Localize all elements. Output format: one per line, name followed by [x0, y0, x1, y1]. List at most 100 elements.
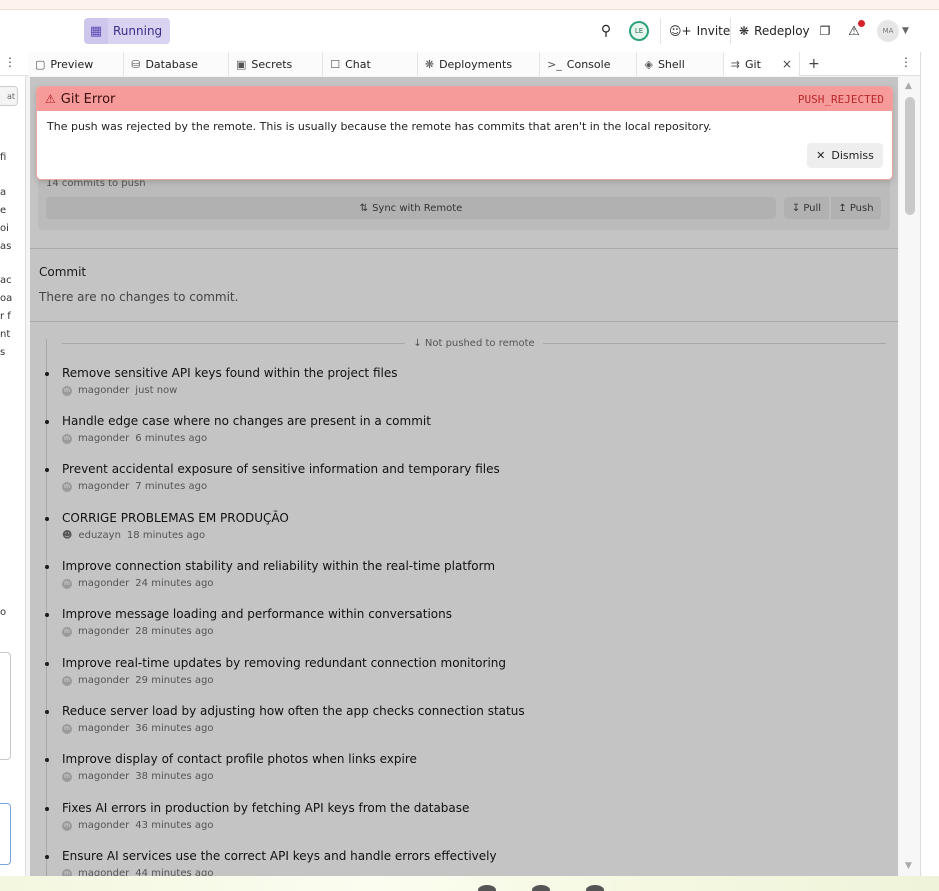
- commit-list-item[interactable]: Ensure AI services use the correct API k…: [45, 849, 497, 877]
- commit-message: Prevent accidental exposure of sensitive…: [62, 462, 500, 476]
- commit-dot: [45, 807, 49, 811]
- tab-shell[interactable]: ◈ Shell: [637, 52, 724, 76]
- right-sidebar: [920, 52, 939, 876]
- git-panel: 14 commits to push ⇅ Sync with Remote ↧ …: [30, 77, 898, 877]
- commit-list-item[interactable]: CORRIGE PROBLEMAS EM PRODUÇÃO ☻ eduzayn 18 …: [45, 511, 289, 541]
- commit-dot: [45, 710, 49, 714]
- commit-list-item[interactable]: Improve message loading and performance …: [45, 607, 452, 637]
- commit-author: magonder: [78, 433, 130, 444]
- commit-message: Ensure AI services use the correct API k…: [62, 849, 497, 863]
- sidebar-text: e: [0, 205, 7, 216]
- commit-dot: [45, 855, 49, 859]
- add-tab-button[interactable]: +: [800, 52, 828, 76]
- tab-preview[interactable]: ▢ Preview: [28, 52, 125, 76]
- left-sidebar: at fi a e oi as ac oa r f nt s o: [0, 76, 26, 876]
- close-icon[interactable]: ×: [782, 57, 792, 71]
- sidebar-prompt-box[interactable]: [0, 803, 11, 865]
- redeploy-label: Redeploy: [754, 24, 810, 38]
- tab-database[interactable]: ⛁ Database: [124, 52, 229, 76]
- commit-time: just now: [135, 385, 178, 396]
- copy-icon[interactable]: ❐: [814, 18, 836, 44]
- run-status-label: Running: [113, 24, 163, 38]
- more-options-icon[interactable]: ⋮: [900, 55, 912, 69]
- deploy-icon: ❋: [424, 57, 435, 71]
- shell-icon: ◈: [644, 57, 653, 71]
- collaborator-avatar[interactable]: LE: [629, 21, 649, 41]
- search-icon[interactable]: ⚲: [596, 18, 616, 44]
- upload-icon: ↥: [838, 202, 847, 214]
- user-icon: ☻: [62, 530, 73, 541]
- commit-dot: [45, 517, 49, 521]
- commit-author: magonder: [78, 771, 130, 782]
- commit-time: 28 minutes ago: [135, 626, 214, 637]
- commit-message: Handle edge case where no changes are pr…: [62, 414, 431, 428]
- tab-label: Preview: [50, 57, 94, 71]
- commit-message: CORRIGE PROBLEMAS EM PRODUÇÃO: [62, 511, 289, 525]
- pull-button[interactable]: ↧ Pull: [784, 197, 829, 219]
- tab-git[interactable]: ⇉ Git ×: [723, 52, 800, 76]
- tab-chat[interactable]: ☐ Chat: [323, 52, 418, 76]
- taskbar-icon[interactable]: [586, 885, 604, 891]
- chevron-down-icon[interactable]: ▼: [902, 18, 909, 44]
- dismiss-button[interactable]: ✕ Dismiss: [807, 143, 883, 168]
- author-avatar: m: [62, 820, 72, 831]
- tab-label: Console: [566, 57, 611, 71]
- sidebar-input-box[interactable]: [0, 652, 11, 760]
- author-avatar: m: [62, 385, 72, 396]
- push-label: Push: [849, 202, 874, 214]
- push-button[interactable]: ↥ Push: [831, 197, 881, 219]
- redeploy-button[interactable]: ❋ Redeploy: [730, 18, 818, 44]
- user-avatar[interactable]: MA: [877, 20, 899, 42]
- commit-list-item[interactable]: Improve display of contact profile photo…: [45, 752, 417, 782]
- more-options-icon[interactable]: ⋮: [4, 55, 16, 69]
- scrollbar-thumb[interactable]: [905, 97, 915, 215]
- commit-list-item[interactable]: Improve real-time updates by removing re…: [45, 656, 506, 686]
- invite-label: Invite: [696, 24, 731, 38]
- tab-label: Chat: [345, 57, 371, 71]
- notification-dot: [858, 20, 865, 27]
- notification-bell-icon[interactable]: ⚠: [845, 18, 865, 44]
- main-scrollbar[interactable]: ▲ ▼: [900, 77, 920, 877]
- console-icon: >_: [547, 57, 562, 71]
- commit-author: magonder: [78, 385, 130, 396]
- rule: [542, 342, 886, 344]
- sidebar-text: r f: [0, 311, 11, 322]
- commit-message: Remove sensitive API keys found within t…: [62, 366, 398, 380]
- commit-author: magonder: [78, 675, 130, 686]
- commit-list-item[interactable]: Reduce server load by adjusting how ofte…: [45, 704, 525, 734]
- commit-author: magonder: [78, 481, 130, 492]
- taskbar-icon[interactable]: [532, 885, 550, 891]
- sidebar-button[interactable]: at: [0, 86, 18, 106]
- author-avatar: m: [62, 675, 72, 686]
- add-user-icon: ☺+: [669, 24, 692, 38]
- tab-deployments[interactable]: ❋ Deployments: [417, 52, 541, 76]
- lock-icon: ▣: [235, 57, 247, 71]
- commit-empty-text: There are no changes to commit.: [39, 290, 239, 304]
- scroll-down-icon[interactable]: ▼: [905, 861, 912, 871]
- sidebar-text: oa: [0, 293, 13, 304]
- not-pushed-label: ↓ Not pushed to remote: [413, 337, 535, 349]
- scroll-up-icon[interactable]: ▲: [905, 81, 912, 91]
- dismiss-label: Dismiss: [831, 149, 874, 162]
- commit-dot: [45, 468, 49, 472]
- commit-list-item[interactable]: Prevent accidental exposure of sensitive…: [45, 462, 500, 492]
- not-pushed-text: Not pushed to remote: [424, 337, 535, 349]
- commit-list-item[interactable]: Improve connection stability and reliabi…: [45, 559, 495, 589]
- taskbar-icon[interactable]: [478, 885, 496, 891]
- sidebar-text: as: [0, 241, 12, 252]
- rule: [62, 342, 406, 344]
- commit-time: 18 minutes ago: [126, 530, 206, 541]
- sidebar-text: fi: [0, 152, 7, 163]
- invite-button[interactable]: ☺+ Invite: [660, 18, 738, 44]
- tab-secrets[interactable]: ▣ Secrets: [228, 52, 324, 76]
- commit-message: Fixes AI errors in production by fetchin…: [62, 801, 470, 815]
- commit-list-item[interactable]: Remove sensitive API keys found within t…: [45, 366, 398, 396]
- commit-list-item[interactable]: Fixes AI errors in production by fetchin…: [45, 801, 470, 831]
- commit-list-item[interactable]: Handle edge case where no changes are pr…: [45, 414, 431, 444]
- not-pushed-header: ↓ Not pushed to remote: [62, 336, 886, 350]
- commit-author: eduzayn: [78, 530, 121, 541]
- run-status-button[interactable]: ▦ Running: [84, 18, 171, 44]
- sync-card: 14 commits to push ⇅ Sync with Remote ↧ …: [38, 172, 890, 230]
- sync-with-remote-button[interactable]: ⇅ Sync with Remote: [46, 197, 776, 219]
- tab-console[interactable]: >_ Console: [540, 52, 638, 76]
